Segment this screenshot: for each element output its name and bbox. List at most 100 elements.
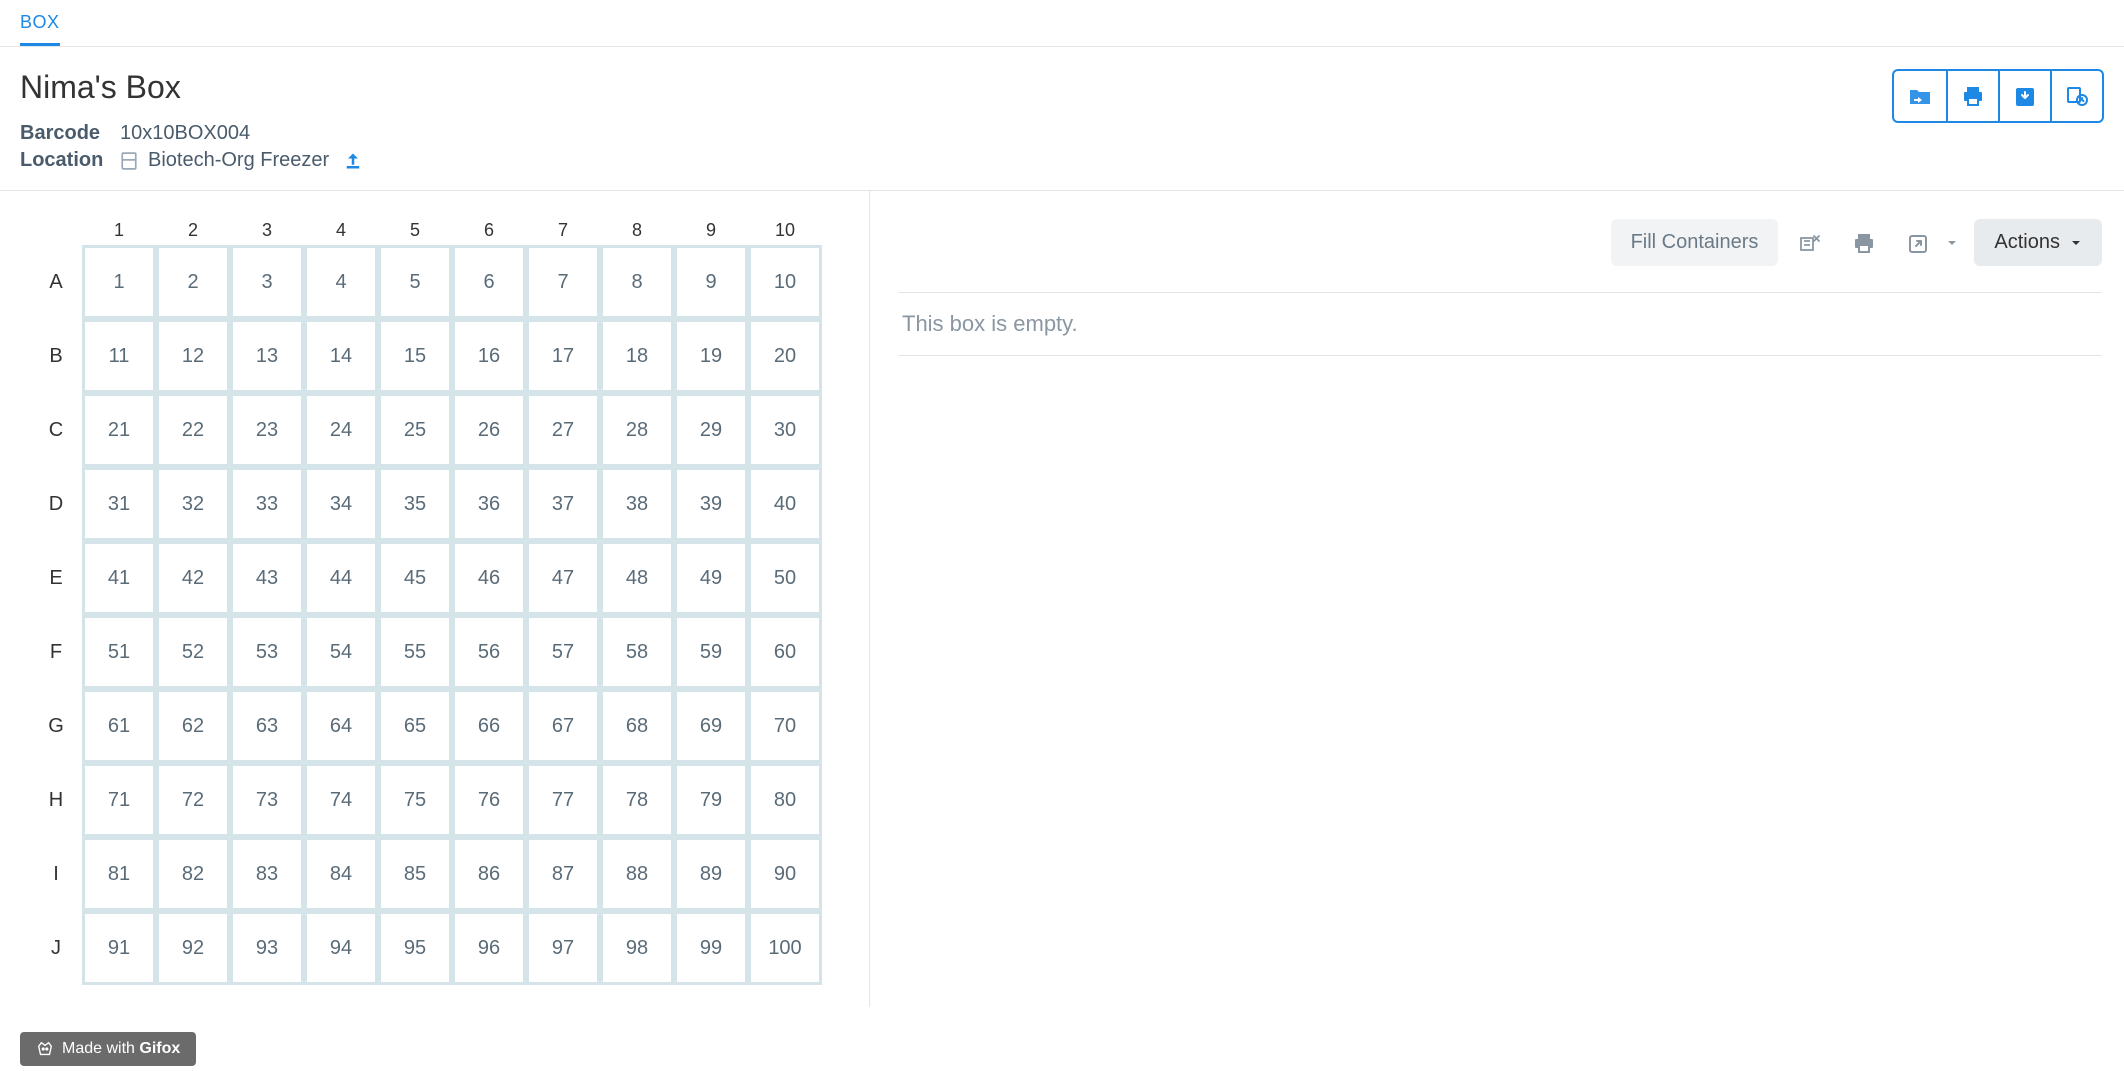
- grid-cell[interactable]: 89: [674, 837, 748, 911]
- grid-cell[interactable]: 32: [156, 467, 230, 541]
- grid-cell[interactable]: 15: [378, 319, 452, 393]
- history-button[interactable]: [2050, 71, 2102, 121]
- clear-assignments-icon[interactable]: [1788, 221, 1832, 265]
- grid-cell[interactable]: 68: [600, 689, 674, 763]
- actions-dropdown[interactable]: Actions: [1974, 219, 2102, 266]
- grid-cell[interactable]: 16: [452, 319, 526, 393]
- grid-cell[interactable]: 9: [674, 245, 748, 319]
- grid-cell[interactable]: 13: [230, 319, 304, 393]
- grid-cell[interactable]: 40: [748, 467, 822, 541]
- grid-cell[interactable]: 90: [748, 837, 822, 911]
- grid-cell[interactable]: 76: [452, 763, 526, 837]
- print-button[interactable]: [1946, 71, 1998, 121]
- grid-cell[interactable]: 3: [230, 245, 304, 319]
- grid-cell[interactable]: 54: [304, 615, 378, 689]
- move-button[interactable]: [1894, 71, 1946, 121]
- grid-cell[interactable]: 25: [378, 393, 452, 467]
- grid-cell[interactable]: 38: [600, 467, 674, 541]
- grid-cell[interactable]: 83: [230, 837, 304, 911]
- grid-cell[interactable]: 88: [600, 837, 674, 911]
- grid-cell[interactable]: 93: [230, 911, 304, 985]
- grid-cell[interactable]: 100: [748, 911, 822, 985]
- grid-cell[interactable]: 82: [156, 837, 230, 911]
- grid-cell[interactable]: 24: [304, 393, 378, 467]
- grid-cell[interactable]: 11: [82, 319, 156, 393]
- grid-cell[interactable]: 75: [378, 763, 452, 837]
- grid-cell[interactable]: 58: [600, 615, 674, 689]
- grid-cell[interactable]: 92: [156, 911, 230, 985]
- grid-cell[interactable]: 7: [526, 245, 600, 319]
- grid-cell[interactable]: 17: [526, 319, 600, 393]
- grid-cell[interactable]: 31: [82, 467, 156, 541]
- grid-cell[interactable]: 44: [304, 541, 378, 615]
- grid-cell[interactable]: 45: [378, 541, 452, 615]
- grid-cell[interactable]: 37: [526, 467, 600, 541]
- grid-cell[interactable]: 53: [230, 615, 304, 689]
- grid-cell[interactable]: 64: [304, 689, 378, 763]
- grid-cell[interactable]: 85: [378, 837, 452, 911]
- grid-cell[interactable]: 30: [748, 393, 822, 467]
- grid-cell[interactable]: 97: [526, 911, 600, 985]
- location-value[interactable]: Biotech-Org Freezer: [148, 149, 329, 172]
- grid-cell[interactable]: 43: [230, 541, 304, 615]
- grid-cell[interactable]: 26: [452, 393, 526, 467]
- grid-cell[interactable]: 22: [156, 393, 230, 467]
- grid-cell[interactable]: 50: [748, 541, 822, 615]
- grid-cell[interactable]: 23: [230, 393, 304, 467]
- grid-cell[interactable]: 33: [230, 467, 304, 541]
- grid-cell[interactable]: 18: [600, 319, 674, 393]
- print-list-icon[interactable]: [1842, 221, 1886, 265]
- grid-cell[interactable]: 55: [378, 615, 452, 689]
- grid-cell[interactable]: 86: [452, 837, 526, 911]
- grid-cell[interactable]: 28: [600, 393, 674, 467]
- grid-cell[interactable]: 4: [304, 245, 378, 319]
- grid-cell[interactable]: 41: [82, 541, 156, 615]
- grid-cell[interactable]: 67: [526, 689, 600, 763]
- grid-cell[interactable]: 87: [526, 837, 600, 911]
- grid-cell[interactable]: 12: [156, 319, 230, 393]
- grid-cell[interactable]: 51: [82, 615, 156, 689]
- grid-cell[interactable]: 59: [674, 615, 748, 689]
- grid-cell[interactable]: 81: [82, 837, 156, 911]
- download-button[interactable]: [1998, 71, 2050, 121]
- tab-box[interactable]: BOX: [20, 0, 60, 46]
- grid-cell[interactable]: 62: [156, 689, 230, 763]
- grid-cell[interactable]: 72: [156, 763, 230, 837]
- grid-cell[interactable]: 71: [82, 763, 156, 837]
- grid-cell[interactable]: 91: [82, 911, 156, 985]
- grid-cell[interactable]: 49: [674, 541, 748, 615]
- grid-cell[interactable]: 66: [452, 689, 526, 763]
- grid-cell[interactable]: 1: [82, 245, 156, 319]
- upload-icon[interactable]: [343, 151, 363, 171]
- grid-cell[interactable]: 56: [452, 615, 526, 689]
- grid-cell[interactable]: 79: [674, 763, 748, 837]
- grid-cell[interactable]: 73: [230, 763, 304, 837]
- fill-containers-button[interactable]: Fill Containers: [1611, 219, 1779, 266]
- grid-cell[interactable]: 52: [156, 615, 230, 689]
- grid-cell[interactable]: 47: [526, 541, 600, 615]
- grid-cell[interactable]: 70: [748, 689, 822, 763]
- grid-cell[interactable]: 98: [600, 911, 674, 985]
- grid-cell[interactable]: 84: [304, 837, 378, 911]
- export-icon[interactable]: [1896, 221, 1940, 265]
- grid-cell[interactable]: 20: [748, 319, 822, 393]
- grid-cell[interactable]: 46: [452, 541, 526, 615]
- chevron-down-icon[interactable]: [1940, 237, 1964, 249]
- grid-cell[interactable]: 65: [378, 689, 452, 763]
- grid-cell[interactable]: 99: [674, 911, 748, 985]
- grid-cell[interactable]: 77: [526, 763, 600, 837]
- grid-cell[interactable]: 8: [600, 245, 674, 319]
- grid-cell[interactable]: 78: [600, 763, 674, 837]
- grid-cell[interactable]: 60: [748, 615, 822, 689]
- grid-cell[interactable]: 6: [452, 245, 526, 319]
- grid-cell[interactable]: 96: [452, 911, 526, 985]
- grid-cell[interactable]: 57: [526, 615, 600, 689]
- grid-cell[interactable]: 19: [674, 319, 748, 393]
- grid-cell[interactable]: 61: [82, 689, 156, 763]
- grid-cell[interactable]: 63: [230, 689, 304, 763]
- grid-cell[interactable]: 2: [156, 245, 230, 319]
- grid-cell[interactable]: 14: [304, 319, 378, 393]
- grid-cell[interactable]: 29: [674, 393, 748, 467]
- grid-cell[interactable]: 5: [378, 245, 452, 319]
- grid-cell[interactable]: 10: [748, 245, 822, 319]
